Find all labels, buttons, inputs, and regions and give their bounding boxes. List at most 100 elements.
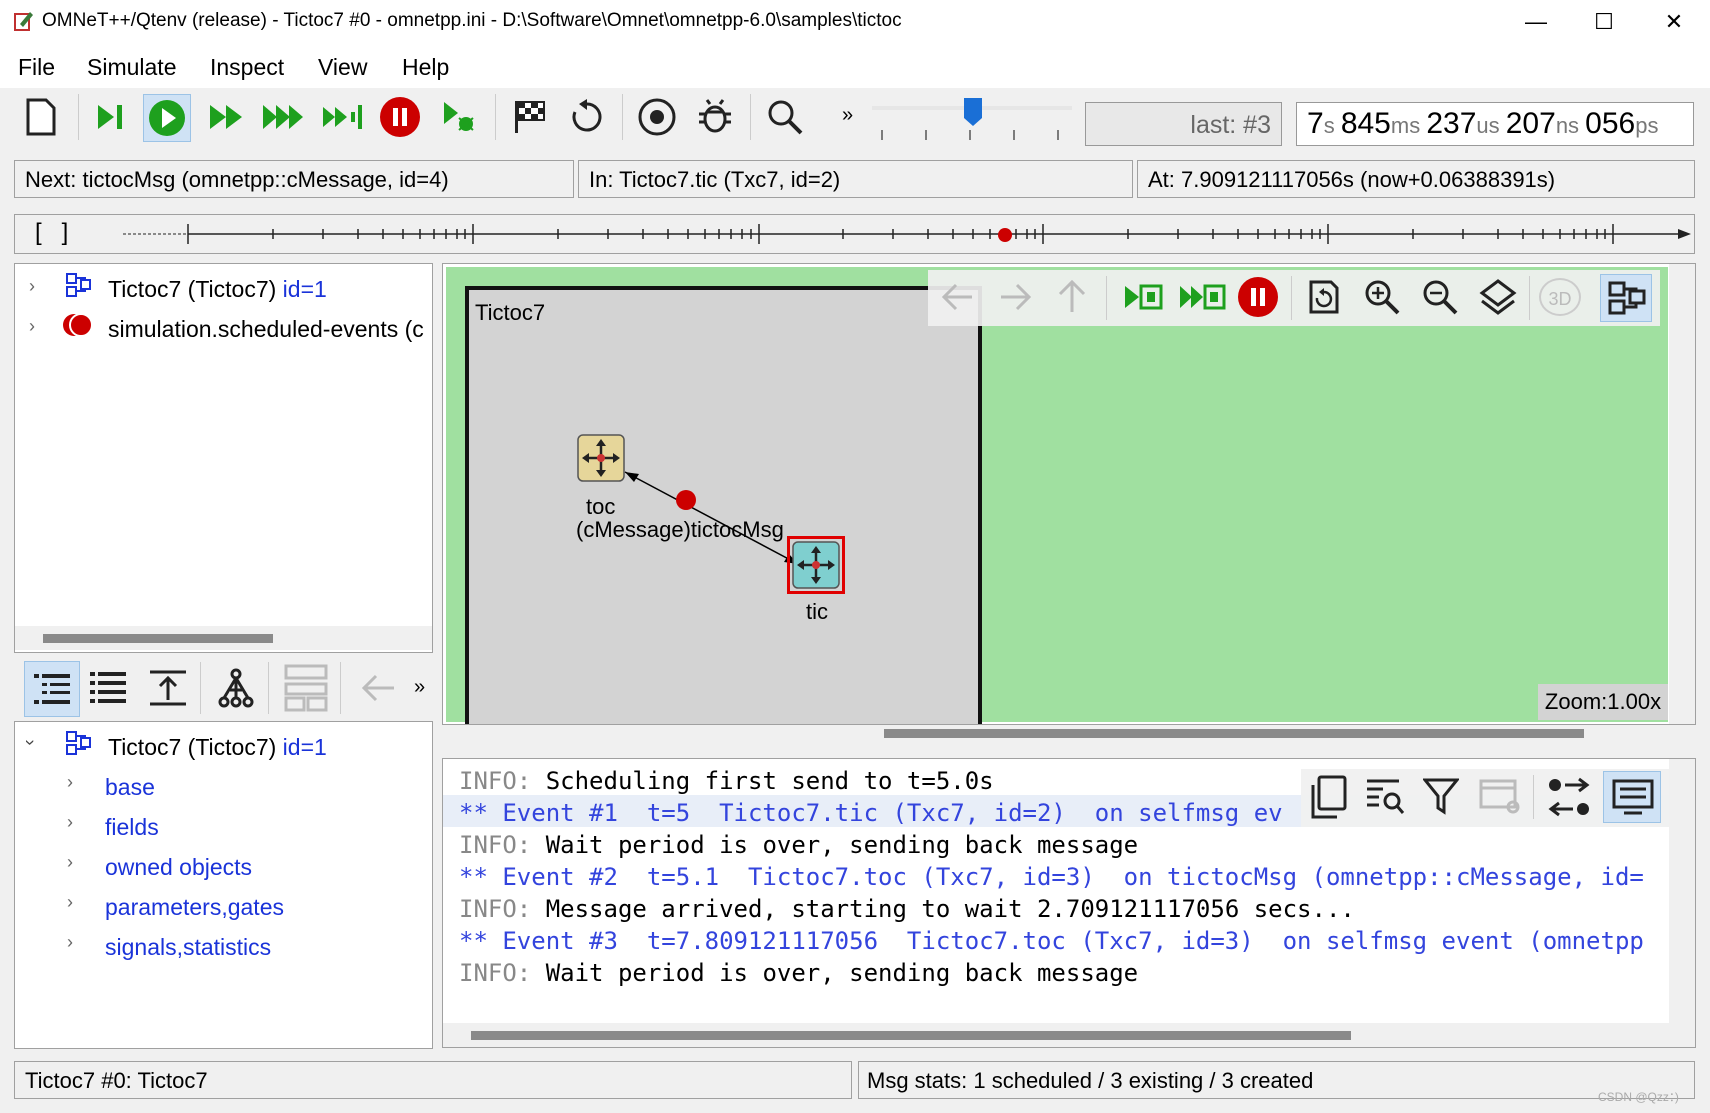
log-line: INFO: Wait period is over, sending back … — [459, 959, 1139, 987]
fast-run-local-icon[interactable] — [1178, 282, 1226, 312]
children-mode-button[interactable] — [24, 661, 80, 717]
checkered-flag-icon — [515, 101, 545, 133]
log-line: INFO: Message arrived, starting to wait … — [459, 895, 1355, 923]
toc-module-icon[interactable] — [577, 434, 625, 482]
debug-button[interactable] — [692, 94, 738, 140]
menu-file[interactable]: File — [18, 54, 55, 81]
3d-view-button[interactable]: 3D — [1539, 278, 1581, 316]
fast-run-button[interactable] — [205, 94, 251, 140]
find-button[interactable] — [762, 94, 808, 140]
slider-handle[interactable] — [962, 96, 984, 128]
record-button[interactable] — [634, 94, 680, 140]
search-icon — [768, 100, 803, 135]
tree-item-scheduled-events[interactable]: simulation.scheduled-events (c — [108, 316, 428, 343]
scrollbar-thumb[interactable] — [884, 729, 1584, 738]
back-arrow-icon — [361, 674, 394, 702]
connection-lines — [624, 471, 799, 565]
menu-simulate[interactable]: Simulate — [87, 54, 176, 81]
restart-icon — [572, 99, 602, 132]
relayout-icon[interactable] — [1305, 278, 1341, 316]
log-panel: INFO: Scheduling first send to t=5.0s **… — [442, 758, 1696, 1048]
layers-icon[interactable] — [1479, 278, 1517, 316]
tree-item-tictoc7[interactable]: Tictoc7 (Tictoc7) id=1 — [108, 276, 327, 303]
zoom-in-icon[interactable] — [1363, 278, 1401, 316]
minimize-button[interactable]: — — [1516, 8, 1556, 36]
canvas-vertical-scrollbar[interactable] — [1669, 264, 1695, 724]
stop-button[interactable] — [377, 94, 423, 140]
scrollbar-thumb[interactable] — [471, 1031, 1351, 1040]
messages-mode-button[interactable] — [1603, 771, 1661, 823]
menu-bar: File Simulate Inspect View Help — [0, 46, 1710, 88]
new-run-button[interactable] — [18, 94, 64, 140]
horizontal-scrollbar[interactable] — [15, 626, 432, 650]
play-icon — [149, 100, 185, 136]
tic-module-icon[interactable] — [792, 541, 840, 589]
run-until-icon — [323, 105, 362, 129]
next-event-info: Next: tictocMsg (omnetpp::cMessage, id=4… — [14, 160, 574, 198]
zoom-label: Zoom:1.00x — [1538, 684, 1668, 720]
pause-icon[interactable] — [1237, 276, 1279, 318]
expand-chevron-icon[interactable]: › — [29, 316, 35, 337]
run-button[interactable] — [143, 94, 191, 142]
app-icon — [14, 12, 33, 31]
canvas-horizontal-scrollbar[interactable] — [442, 725, 1696, 749]
expand-chevron-icon[interactable]: › — [67, 772, 73, 793]
step-button[interactable] — [88, 94, 134, 140]
menu-inspect[interactable]: Inspect — [210, 54, 284, 81]
timeline-axis — [123, 224, 1691, 244]
run-until-button[interactable] — [320, 94, 366, 140]
close-button[interactable]: ✕ — [1654, 8, 1694, 36]
debug-step-icon — [444, 102, 474, 131]
inspector-root[interactable]: Tictoc7 (Tictoc7) id=1 — [108, 734, 327, 761]
inspector-item-signals-statistics[interactable]: signals,statistics — [105, 934, 271, 961]
back-arrow-icon[interactable] — [940, 281, 976, 313]
inspector-item-base[interactable]: base — [105, 774, 155, 801]
toolbar-overflow[interactable]: » — [842, 104, 853, 127]
log-settings-icon[interactable] — [1479, 779, 1523, 815]
canvas-mode-button[interactable] — [1600, 274, 1652, 322]
scrollbar-thumb[interactable] — [43, 634, 273, 643]
inheritance-button[interactable] — [148, 668, 188, 713]
inspector-item-parameters-gates[interactable]: parameters,gates — [105, 894, 284, 921]
menu-view[interactable]: View — [318, 54, 367, 81]
menu-help[interactable]: Help — [402, 54, 449, 81]
log-vertical-scrollbar[interactable] — [1669, 759, 1695, 1047]
rebuild-button[interactable] — [564, 94, 610, 140]
flat-list-button[interactable] — [88, 668, 128, 713]
back-button[interactable] — [358, 670, 398, 711]
up-arrow-icon[interactable] — [1056, 278, 1088, 314]
network-icon — [66, 731, 91, 755]
hierarchy-button[interactable] — [216, 668, 256, 713]
layout-button[interactable] — [284, 664, 328, 717]
run-local-icon[interactable] — [1123, 282, 1163, 312]
bug-icon — [699, 99, 731, 133]
module-info: In: Tictoc7.tic (Txc7, id=2) — [578, 160, 1133, 198]
forward-arrow-icon[interactable] — [997, 281, 1033, 313]
timeline[interactable]: [ ] — [14, 214, 1695, 254]
log-horizontal-scrollbar[interactable] — [443, 1023, 1669, 1047]
swap-mode-icon[interactable] — [1547, 777, 1591, 817]
log-line: INFO: Scheduling first send to t=5.0s — [459, 767, 994, 795]
inspector-toolbar-overflow[interactable]: » — [414, 676, 425, 699]
expand-chevron-icon[interactable]: › — [67, 932, 73, 953]
inspector-item-fields[interactable]: fields — [105, 814, 159, 841]
expand-chevron-icon[interactable]: › — [67, 852, 73, 873]
maximize-button[interactable]: ☐ — [1584, 8, 1624, 36]
object-tree-panel: › Tictoc7 (Tictoc7) id=1 › simulation.sc… — [14, 263, 433, 653]
scheduled-events-icon — [63, 313, 93, 337]
expand-chevron-icon[interactable]: › — [67, 812, 73, 833]
debug-next-button[interactable] — [436, 94, 482, 140]
copy-icon[interactable] — [1309, 775, 1349, 819]
inspector-item-owned-objects[interactable]: owned objects — [105, 854, 252, 881]
inheritance-icon — [150, 670, 186, 706]
speed-slider[interactable] — [872, 96, 1072, 144]
filter-icon[interactable] — [1423, 777, 1459, 817]
finish-button[interactable] — [507, 94, 553, 140]
express-run-button[interactable] — [261, 94, 307, 140]
find-in-log-icon[interactable] — [1365, 777, 1405, 817]
expand-chevron-icon[interactable]: › — [67, 892, 73, 913]
expand-chevron-icon[interactable]: › — [29, 276, 35, 297]
collapse-chevron-icon[interactable]: › — [20, 740, 41, 746]
zoom-out-icon[interactable] — [1421, 278, 1459, 316]
status-right: Msg stats: 1 scheduled / 3 existing / 3 … — [858, 1061, 1695, 1099]
